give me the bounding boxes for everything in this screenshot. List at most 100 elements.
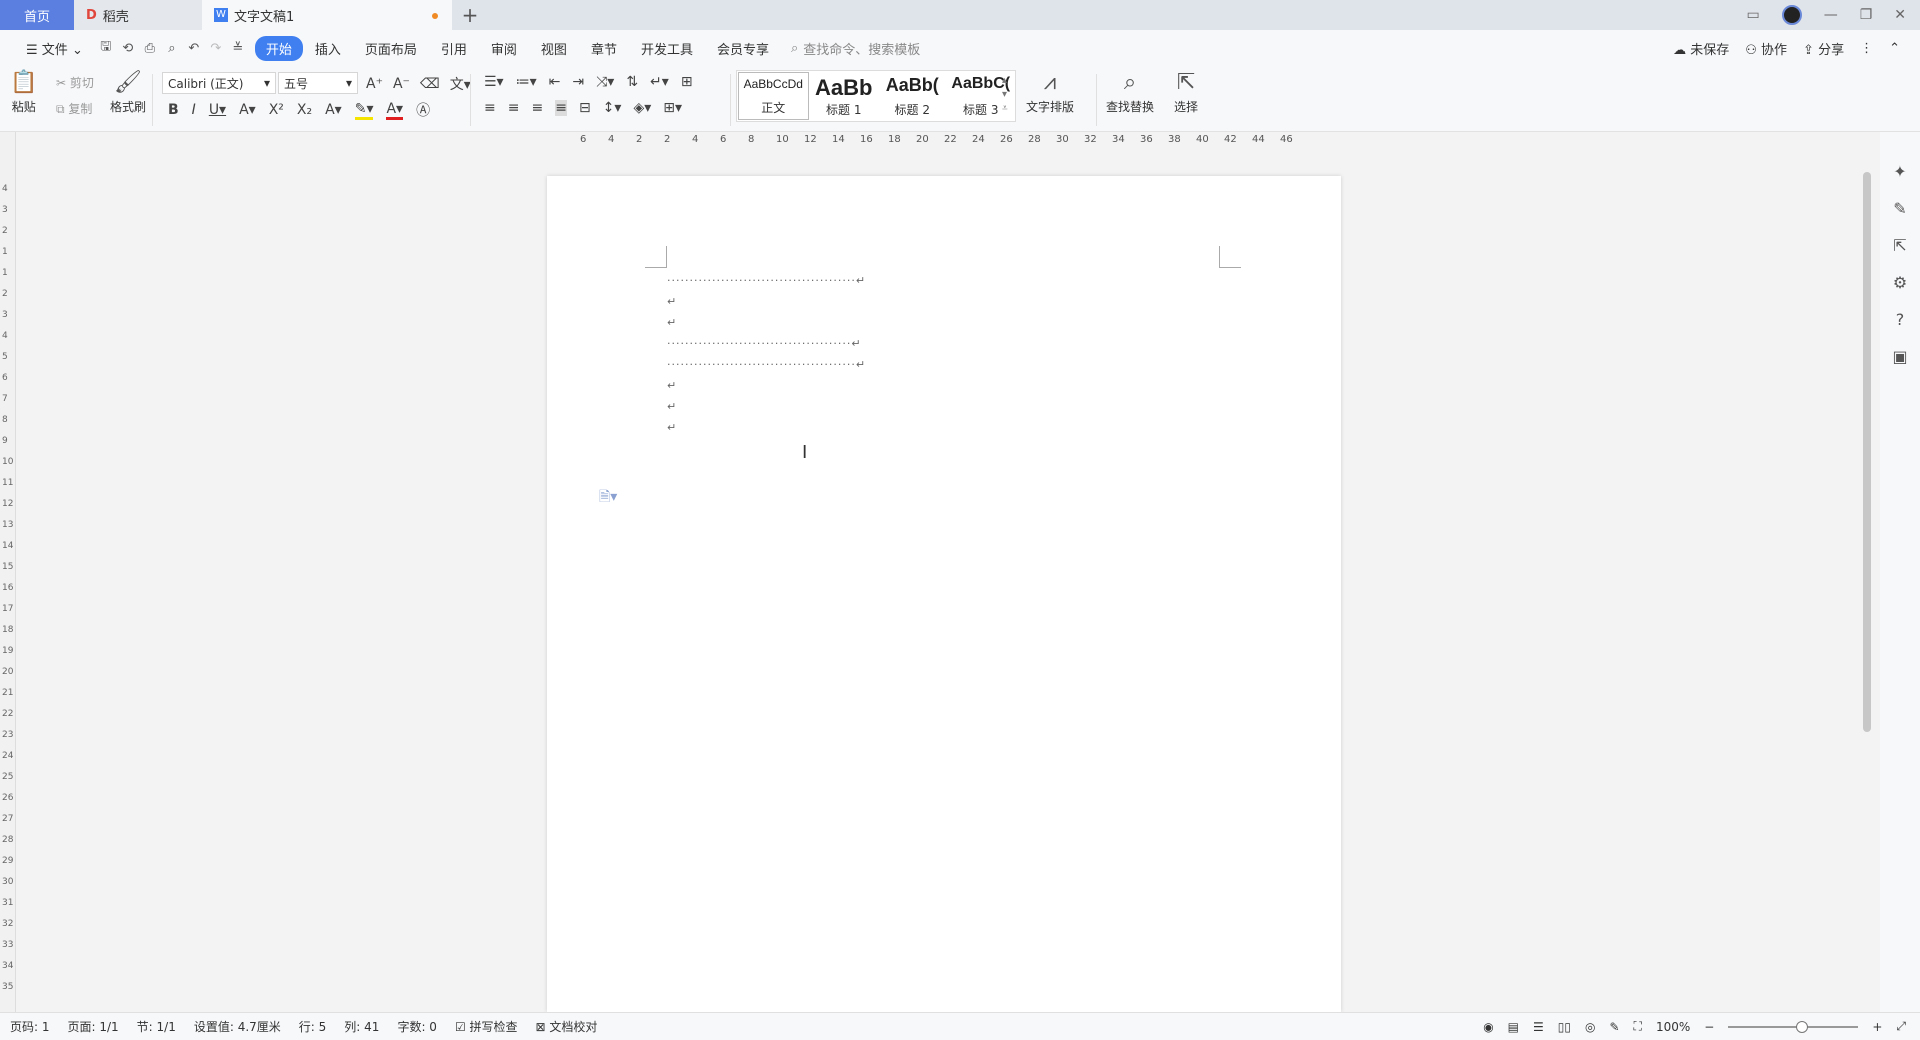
align-justify-icon[interactable]: ≡	[555, 100, 567, 116]
clear-format-icon[interactable]: ⌫	[420, 76, 440, 92]
style-normal[interactable]: AaBbCcDd 正文	[738, 72, 809, 120]
eye-protect-icon[interactable]: ◉	[1483, 1020, 1493, 1034]
font-color-icon[interactable]: A▾	[386, 101, 404, 120]
command-search[interactable]: ⌕ 查找命令、搜索模板	[791, 39, 920, 58]
print-preview-icon[interactable]: ⌕	[161, 41, 183, 56]
paragraph-layout-icon[interactable]: 🗎▾	[599, 486, 617, 510]
document-paragraph[interactable]: ↵	[667, 421, 677, 434]
subscript-icon[interactable]: X₂	[297, 102, 312, 118]
avatar[interactable]	[1781, 5, 1802, 25]
superscript-icon[interactable]: X²	[269, 102, 284, 118]
zoom-slider[interactable]	[1728, 1020, 1859, 1033]
vertical-scrollbar[interactable]	[1860, 132, 1874, 1012]
horizontal-ruler[interactable]: 6 4 2 2 4 6 8 10 12 14 16 18 20 22 24 26 28 30 32 34 36 38 40 4…	[560, 132, 1320, 148]
unsaved-button[interactable]: ☁ 未保存	[1673, 39, 1729, 58]
tab-start[interactable]: 开始	[254, 35, 303, 61]
status-page-number[interactable]: 页码: 1	[10, 1018, 68, 1035]
strikethrough-icon[interactable]: A▾	[239, 102, 256, 118]
underline-icon[interactable]: U▾	[209, 102, 226, 118]
read-view-icon[interactable]: ▯▯	[1558, 1020, 1571, 1034]
outline-view-icon[interactable]: ☰	[1533, 1020, 1544, 1034]
status-pages[interactable]: 页面: 1/1	[68, 1018, 137, 1035]
decrease-indent-icon[interactable]: ⇤	[549, 74, 561, 90]
tab-document[interactable]: W 文字文稿1	[202, 0, 452, 30]
align-left-icon[interactable]: ≡	[484, 100, 496, 116]
grow-font-icon[interactable]: A⁺	[366, 76, 383, 92]
font-name-select[interactable]: Calibri (正文) ▾	[162, 72, 276, 94]
file-menu[interactable]: ☰ 文件 ⌄	[14, 39, 95, 58]
document-paragraph[interactable]: ↵	[667, 379, 677, 392]
status-section[interactable]: 节: 1/1	[137, 1018, 194, 1035]
increase-indent-icon[interactable]: ⇥	[572, 74, 584, 90]
status-row[interactable]: 行: 5	[299, 1018, 345, 1035]
text-direction-icon[interactable]: ⤨▾	[596, 74, 614, 90]
format-painter-button[interactable]: 🖌 格式刷	[110, 70, 146, 115]
more-icon[interactable]: ⋮	[1860, 41, 1873, 56]
italic-icon[interactable]: I	[192, 102, 196, 118]
fit-page-icon[interactable]: ⛶	[1634, 1019, 1642, 1034]
char-border-icon[interactable]: Ⓐ	[416, 100, 430, 120]
document-paragraph[interactable]: ········································…	[667, 337, 862, 350]
number-list-icon[interactable]: ≔▾	[516, 74, 537, 90]
reading-mode-icon[interactable]: ▭	[1746, 7, 1759, 23]
fullscreen-icon[interactable]: ⤢	[1896, 1019, 1906, 1034]
bullet-list-icon[interactable]: ☰▾	[484, 74, 504, 90]
cut-button[interactable]: ✂ 剪切	[56, 74, 94, 91]
format-icon[interactable]: ⟲	[117, 41, 139, 56]
style-heading-2[interactable]: AaBb( 标题 2	[878, 71, 947, 121]
tab-home[interactable]: 首页	[0, 0, 74, 30]
phonetic-icon[interactable]: 文▾	[450, 74, 471, 94]
tab-member[interactable]: 会员专享	[705, 39, 781, 58]
tab-daoke[interactable]: D 稻壳	[74, 0, 202, 30]
align-right-icon[interactable]: ≡	[531, 100, 543, 116]
document-paragraph[interactable]: ↵	[667, 316, 677, 329]
status-setting[interactable]: 设置值: 4.7厘米	[194, 1018, 299, 1035]
tab-developer[interactable]: 开发工具	[629, 39, 705, 58]
new-tab-button[interactable]: +	[452, 0, 488, 30]
restore-button[interactable]: ❐	[1860, 7, 1873, 23]
pointer-icon[interactable]: ⇱	[1893, 236, 1906, 255]
text-layout-button[interactable]: ⩘ 文字排版	[1026, 70, 1074, 115]
document-paragraph[interactable]: ········································…	[667, 274, 866, 287]
close-button[interactable]: ✕	[1894, 7, 1906, 23]
spell-check-toggle[interactable]: ☑ 拼写检查	[455, 1018, 536, 1035]
save-icon[interactable]: 🖫	[95, 37, 117, 59]
document-page[interactable]: ········································…	[547, 176, 1341, 1012]
tab-insert[interactable]: 插入	[303, 39, 353, 58]
settings-sliders-icon[interactable]: ⚙	[1893, 273, 1907, 292]
undo-icon[interactable]: ↶	[183, 41, 205, 56]
web-view-icon[interactable]: ◎	[1585, 1020, 1595, 1034]
select-button[interactable]: ⇱ 选择	[1174, 70, 1198, 115]
print-icon[interactable]: ⎙	[139, 41, 161, 56]
highlight-icon[interactable]: ✎▾	[354, 101, 374, 120]
paste-button[interactable]: 📋 粘贴	[10, 70, 37, 115]
page-view-icon[interactable]: ▤	[1508, 1020, 1519, 1034]
zoom-in-icon[interactable]: +	[1872, 1020, 1882, 1034]
collapse-ribbon-icon[interactable]: ⌃	[1889, 41, 1900, 56]
style-panel-icon[interactable]: ✦	[1893, 162, 1906, 181]
distribute-icon[interactable]: ⊟	[579, 100, 591, 116]
zoom-out-icon[interactable]: −	[1704, 1020, 1714, 1034]
proofread-button[interactable]: ⊠ 文档校对	[536, 1018, 616, 1035]
redo-icon[interactable]: ↷	[205, 41, 227, 56]
tab-review[interactable]: 审阅	[479, 39, 529, 58]
line-break-icon[interactable]: ↵▾	[650, 74, 669, 90]
help-icon[interactable]: ?	[1896, 310, 1905, 329]
write-view-icon[interactable]: ✎	[1609, 1020, 1619, 1034]
find-replace-button[interactable]: ⌕ 查找替换	[1106, 70, 1154, 115]
minimize-button[interactable]: —	[1824, 7, 1838, 23]
customize-icon[interactable]: ≚	[227, 41, 249, 56]
borders-icon[interactable]: ⊞▾	[663, 100, 682, 116]
shrink-font-icon[interactable]: A⁻	[393, 76, 410, 92]
style-gallery-scroll[interactable]: ▴ ▾ ⩡	[1002, 74, 1008, 116]
vertical-ruler[interactable]: 4 3 2 1 1 2 3 4 5 6 7 8 9 10 11 12 13 14 15 16 17 18 19 20 21 22 2…	[0, 132, 16, 1012]
tab-chapter[interactable]: 章节	[579, 39, 629, 58]
document-paragraph[interactable]: ↵	[667, 400, 677, 413]
document-paragraph[interactable]: ↵	[667, 295, 677, 308]
tab-view[interactable]: 视图	[529, 39, 579, 58]
tab-page-layout[interactable]: 页面布局	[353, 39, 429, 58]
sort-icon[interactable]: ⇅	[626, 74, 638, 90]
copy-button[interactable]: ⧉ 复制	[56, 100, 92, 117]
collab-button[interactable]: ⚇ 协作	[1745, 39, 1787, 58]
text-effect-icon[interactable]: A▾	[325, 102, 342, 118]
